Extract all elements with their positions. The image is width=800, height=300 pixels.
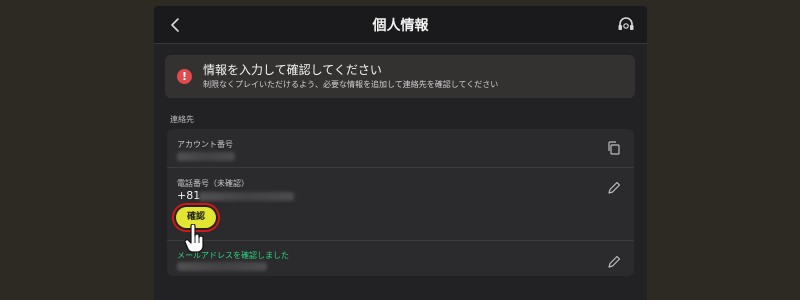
alert-circle-icon: ! xyxy=(177,69,192,84)
edit-email-button[interactable] xyxy=(606,254,622,270)
account-number-row: アカウント番号 xyxy=(167,129,634,168)
support-button[interactable] xyxy=(615,14,637,36)
phone-country-code: +81 xyxy=(177,189,201,202)
phone-number-value-redacted xyxy=(199,192,294,201)
hand-pointer-icon xyxy=(184,224,204,253)
section-label-contact: 連絡先 xyxy=(170,115,194,124)
verification-alert: ! 情報を入力して確認してください 制限なくプレイいただけるよう、必要な情報を追… xyxy=(165,55,635,98)
phone-number-row: 電話番号（未確認） +81 xyxy=(167,168,634,241)
page-title: 個人情報 xyxy=(372,18,429,34)
copy-button[interactable] xyxy=(606,140,622,156)
pencil-icon xyxy=(608,181,621,194)
alert-title: 情報を入力して確認してください xyxy=(203,63,382,77)
phone-number-label: 電話番号（未確認） xyxy=(177,179,249,188)
personal-info-panel: 個人情報 ! 情報を入力して確認してください 制限なくプレイいただけるよう、必要… xyxy=(154,6,647,300)
edit-phone-button[interactable] xyxy=(606,180,622,196)
alert-description: 制限なくプレイいただけるよう、必要な情報を追加して連絡先を確認してください xyxy=(203,80,499,89)
header-bar: 個人情報 xyxy=(154,6,647,44)
account-number-value-redacted xyxy=(177,152,235,161)
headset-icon xyxy=(618,17,634,30)
account-number-label: アカウント番号 xyxy=(177,140,233,149)
pencil-icon xyxy=(608,255,621,268)
copy-icon xyxy=(608,141,620,155)
email-value-redacted xyxy=(177,262,267,271)
